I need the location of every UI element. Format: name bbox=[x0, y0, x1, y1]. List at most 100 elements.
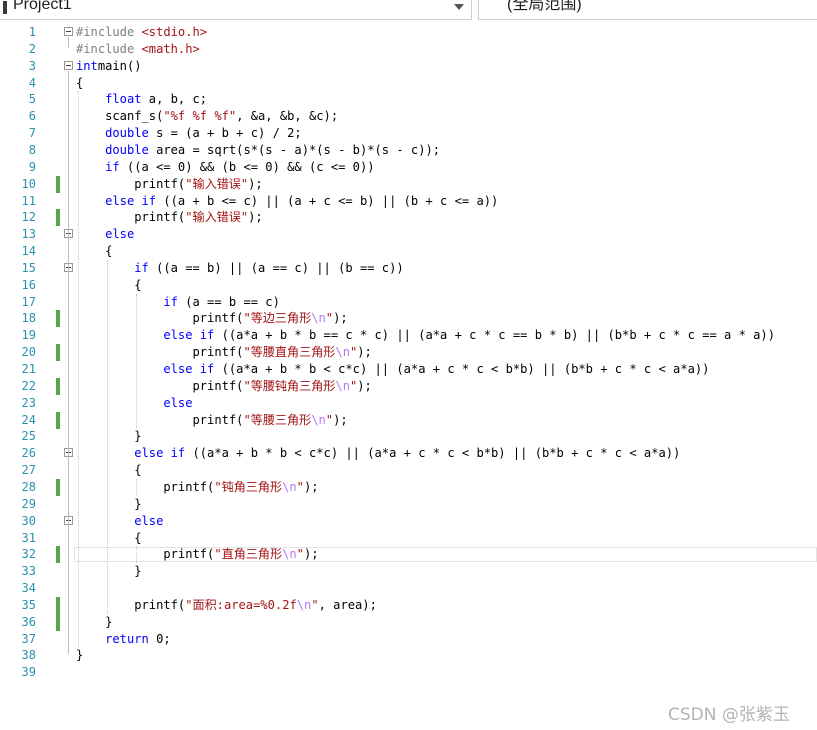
code-line[interactable]: 32 printf("直角三角形\n"); bbox=[0, 546, 817, 564]
code-token: printf( bbox=[76, 345, 244, 360]
code-line[interactable]: 16 { bbox=[0, 277, 817, 294]
code-text: else bbox=[76, 395, 192, 412]
line-number: 1 bbox=[28, 25, 36, 39]
code-line[interactable]: 27 { bbox=[0, 462, 817, 479]
code-line[interactable]: 26 else if ((a*a + b * b < c*c) || (a*a … bbox=[0, 445, 817, 462]
code-line[interactable]: 31 { bbox=[0, 530, 817, 547]
code-line[interactable]: 9 if ((a <= 0) && (b <= 0) && (c <= 0)) bbox=[0, 159, 817, 176]
code-token: \n bbox=[311, 412, 326, 427]
line-number: 22 bbox=[21, 378, 36, 393]
code-line[interactable]: 34 bbox=[0, 580, 817, 597]
project-dropdown[interactable]: Project1 bbox=[0, 0, 472, 20]
line-number: 30 bbox=[21, 513, 36, 528]
line-number: 21 bbox=[21, 362, 36, 376]
code-text: printf("面积:area=%0.2f\n", area); bbox=[76, 597, 377, 614]
code-line[interactable]: 4{ bbox=[0, 75, 817, 92]
code-token: printf( bbox=[76, 479, 215, 494]
collapse-icon[interactable] bbox=[64, 60, 73, 70]
code-token: " bbox=[296, 479, 304, 494]
code-line[interactable]: 20 printf("等腰直角三角形\n"); bbox=[0, 344, 817, 362]
change-marker bbox=[56, 377, 60, 395]
code-line[interactable]: 39 bbox=[0, 664, 817, 681]
code-token: ((a == b) || (a == c) || (b == c)) bbox=[148, 260, 404, 275]
code-token: "直角三角形 bbox=[214, 547, 283, 562]
code-line[interactable]: 25 } bbox=[0, 428, 817, 445]
code-line[interactable]: 29 } bbox=[0, 496, 817, 513]
line-number: 4 bbox=[28, 75, 36, 90]
code-text: printf("直角三角形\n"); bbox=[76, 546, 318, 563]
line-number: 37 bbox=[21, 631, 36, 646]
code-line[interactable]: 10 printf("输入错误"); bbox=[0, 175, 817, 193]
code-text: return 0; bbox=[76, 631, 171, 648]
code-text: else if ((a + b <= c) || (a + c <= b) ||… bbox=[76, 193, 498, 210]
code-line[interactable]: 11 else if ((a + b <= c) || (a + c <= b)… bbox=[0, 193, 817, 210]
code-token: ((a*a + b * b < c*c) || (a*a + c * c < b… bbox=[214, 362, 710, 376]
code-line[interactable]: 18 printf("等边三角形\n"); bbox=[0, 310, 817, 328]
line-number: 35 bbox=[21, 597, 36, 612]
code-line[interactable]: 2 #include <math.h> bbox=[0, 41, 817, 58]
code-line[interactable]: 23 else bbox=[0, 395, 817, 412]
code-token: scanf_s( bbox=[76, 109, 164, 124]
code-line[interactable]: 21 else if ((a*a + b * b < c*c) || (a*a … bbox=[0, 361, 817, 378]
code-line[interactable]: 14 { bbox=[0, 243, 817, 260]
code-text: { bbox=[76, 243, 112, 260]
code-token: else if bbox=[134, 446, 186, 461]
code-token: \n bbox=[282, 547, 297, 562]
code-line[interactable]: 35 printf("面积:area=%0.2f\n", area); bbox=[0, 596, 817, 614]
code-token: " bbox=[311, 597, 319, 612]
code-text: else bbox=[76, 513, 163, 530]
code-token: { bbox=[76, 530, 142, 545]
code-line[interactable]: 24 printf("等腰三角形\n"); bbox=[0, 411, 817, 429]
code-line[interactable]: 1 #include <stdio.h> bbox=[0, 24, 817, 41]
code-line[interactable]: 8 double area = sqrt(s*(s - a)*(s - b)*(… bbox=[0, 142, 817, 159]
code-line[interactable]: 3 intmain() bbox=[0, 58, 817, 75]
code-line[interactable]: 37 return 0; bbox=[0, 631, 817, 648]
code-token: s = (a + b + c) / 2; bbox=[148, 126, 302, 141]
code-token: ); bbox=[248, 176, 263, 191]
code-line[interactable]: 13 else bbox=[0, 226, 817, 243]
line-number: 29 bbox=[21, 496, 36, 511]
code-token: ); bbox=[333, 412, 348, 427]
code-line[interactable]: 7 double s = (a + b + c) / 2; bbox=[0, 125, 817, 142]
code-line[interactable]: 15 if ((a == b) || (a == c) || (b == c)) bbox=[0, 260, 817, 277]
code-token: #include bbox=[76, 25, 142, 39]
chevron-down-icon[interactable] bbox=[454, 4, 464, 10]
code-token: ); bbox=[248, 210, 263, 225]
code-line[interactable]: 5 float a, b, c; bbox=[0, 91, 817, 108]
line-number: 18 bbox=[21, 311, 36, 326]
code-token: " bbox=[325, 311, 334, 326]
code-text: scanf_s("%f %f %f", &a, &b, &c); bbox=[76, 108, 338, 125]
code-line[interactable]: 19 else if ((a*a + b * b == c * c) || (a… bbox=[0, 327, 817, 344]
code-line[interactable]: 33 } bbox=[0, 563, 817, 580]
code-line[interactable]: 17 if (a == b == c) bbox=[0, 294, 817, 311]
collapse-icon[interactable] bbox=[64, 27, 73, 36]
code-token: " bbox=[296, 547, 304, 562]
code-line[interactable]: 12 printf("输入错误"); bbox=[0, 209, 817, 227]
code-token: int bbox=[76, 58, 98, 73]
code-text: double area = sqrt(s*(s - a)*(s - b)*(s … bbox=[76, 142, 440, 159]
code-line[interactable]: 36 } bbox=[0, 613, 817, 631]
code-line[interactable]: 38} bbox=[0, 647, 817, 664]
scope-dropdown[interactable]: (全局范围) bbox=[478, 0, 817, 20]
code-line[interactable]: 22 printf("等腰钝角三角形\n"); bbox=[0, 377, 817, 395]
code-line[interactable]: 6 scanf_s("%f %f %f", &a, &b, &c); bbox=[0, 108, 817, 125]
code-editor[interactable]: 1 #include <stdio.h> 2 #include <math.h> 3 in… bbox=[0, 20, 817, 730]
code-token: else bbox=[105, 227, 135, 242]
code-line[interactable]: 28 printf("钝角三角形\n"); bbox=[0, 478, 817, 496]
code-text: else if ((a*a + b * b == c * c) || (a*a … bbox=[76, 327, 775, 344]
code-token: \n bbox=[335, 345, 350, 360]
code-line[interactable]: 30 else bbox=[0, 513, 817, 530]
code-token: \n bbox=[311, 311, 326, 326]
code-token: ((a + b <= c) || (a + c <= b) || (b + c … bbox=[156, 193, 499, 208]
line-number: 13 bbox=[21, 227, 36, 242]
code-token: } bbox=[76, 429, 142, 444]
code-text: else if ((a*a + b * b < c*c) || (a*a + c… bbox=[76, 445, 680, 462]
code-token: ); bbox=[333, 311, 348, 326]
line-number: 20 bbox=[21, 345, 36, 360]
line-number: 25 bbox=[21, 429, 36, 444]
